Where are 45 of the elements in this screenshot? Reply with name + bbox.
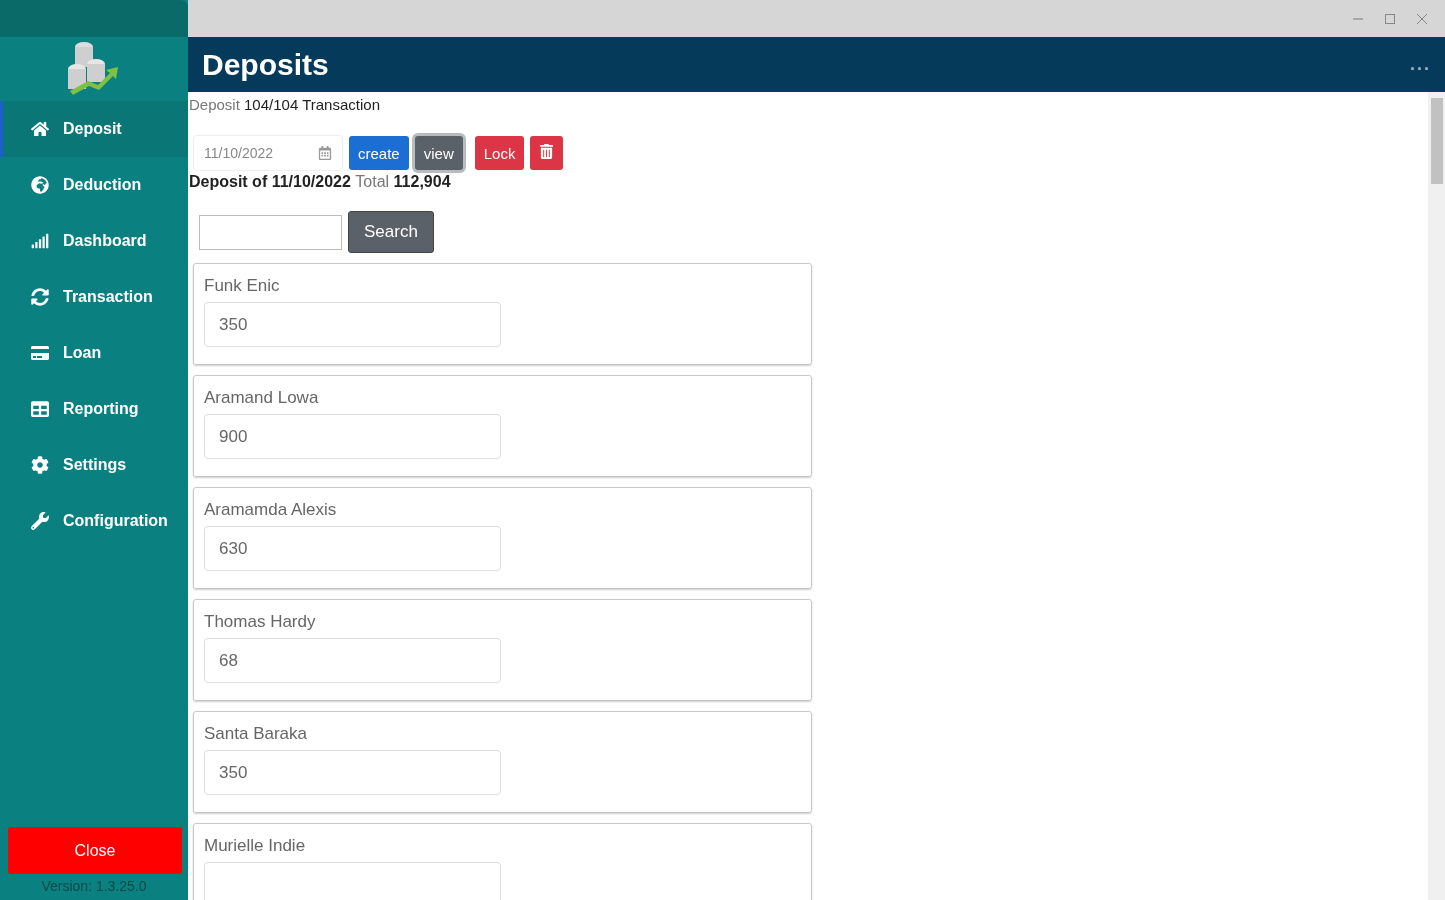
lock-button[interactable]: Lock (474, 136, 525, 170)
amount-field[interactable]: 630 (204, 526, 501, 571)
maximize-icon[interactable] (1385, 13, 1395, 24)
date-field[interactable]: 11/10/2022 (193, 135, 343, 171)
scrollbar[interactable] (1428, 92, 1445, 900)
table-icon (31, 400, 49, 418)
nav-item[interactable]: Configuration (0, 493, 188, 549)
nav-item[interactable]: Transaction (0, 269, 188, 325)
member-name: Aramand Lowa (204, 388, 320, 408)
page-title: Deposits (202, 47, 329, 82)
amount-field[interactable]: 350 (204, 302, 501, 347)
nav-item[interactable]: Reporting (0, 381, 188, 437)
close-icon[interactable] (1417, 13, 1427, 24)
amount-field[interactable] (204, 862, 501, 900)
calendar-icon[interactable] (318, 146, 332, 160)
globe-icon (31, 176, 49, 194)
member-name: Murielle Indie (204, 836, 307, 856)
nav-item[interactable]: Deposit (0, 101, 188, 157)
amount-field[interactable]: 900 (204, 414, 501, 459)
nav-item[interactable]: Loan (0, 325, 188, 381)
nav-item[interactable]: Dashboard (0, 213, 188, 269)
home-icon (31, 120, 49, 138)
view-button[interactable]: view (414, 136, 463, 170)
member-name: Santa Baraka (204, 724, 308, 744)
wrench-icon (31, 512, 49, 530)
nav-item[interactable]: Settings (0, 437, 188, 493)
amount-field[interactable]: 350 (204, 750, 501, 795)
sync-icon (31, 288, 49, 306)
amount-field[interactable]: 68 (204, 638, 501, 683)
card-icon (31, 344, 49, 362)
search-button[interactable]: Search (348, 211, 434, 253)
settings-icon (31, 456, 49, 474)
create-button[interactable]: create (349, 136, 409, 170)
bar-chart-icon (31, 232, 49, 250)
transaction-count: Deposit 104/104 Transaction (189, 96, 381, 113)
close-button[interactable]: Close (8, 827, 182, 874)
more-menu[interactable]: ... (1410, 54, 1431, 75)
member-name: Aramamda Alexis (204, 500, 338, 520)
total-text: Deposit of 11/10/2022 Total 112,904 (189, 173, 452, 191)
trash-icon (539, 144, 555, 159)
member-name: Thomas Hardy (204, 612, 317, 632)
member-name: Funk Enic (204, 276, 281, 296)
search-field[interactable] (199, 214, 342, 250)
delete-button[interactable] (530, 136, 564, 170)
nav-item[interactable]: Deduction (0, 157, 188, 213)
